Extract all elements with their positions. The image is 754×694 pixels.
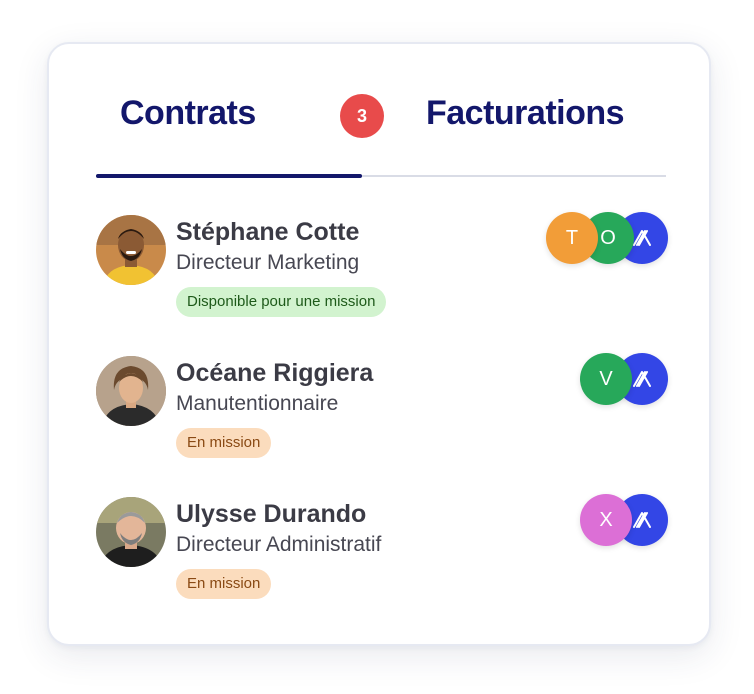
contracts-card: Contrats 3 Facturations Stéphane Cotte D… [47, 42, 711, 646]
assignee-chips: X [580, 494, 668, 550]
avatar [96, 497, 166, 567]
avatar-chip-t[interactable]: T [546, 212, 598, 264]
list-item[interactable]: Océane Riggiera Manutentionnaire En miss… [96, 353, 668, 494]
brand-logo-icon [633, 371, 651, 387]
list-item[interactable]: Stéphane Cotte Directeur Marketing Dispo… [96, 212, 668, 353]
status-badge: En mission [176, 428, 272, 458]
list-item[interactable]: Ulysse Durando Directeur Administratif E… [96, 494, 668, 635]
avatar [96, 215, 166, 285]
assignee-chips: V [580, 353, 668, 409]
person-role: Directeur Marketing [176, 251, 360, 274]
brand-logo-icon [633, 512, 651, 528]
person-name: Océane Riggiera [176, 359, 374, 387]
person-role: Directeur Administratif [176, 533, 382, 556]
contrats-count-badge: 3 [340, 94, 384, 138]
tab-contrats[interactable]: Contrats [120, 94, 256, 133]
person-name: Ulysse Durando [176, 500, 367, 528]
avatar-chip-v[interactable]: V [580, 353, 632, 405]
status-badge: En mission [176, 569, 272, 599]
status-badge: Disponible pour une mission [176, 287, 387, 317]
people-list: Stéphane Cotte Directeur Marketing Dispo… [96, 212, 668, 635]
tab-bar: Contrats 3 Facturations [96, 44, 666, 178]
avatar-chip-x[interactable]: X [580, 494, 632, 546]
person-name: Stéphane Cotte [176, 218, 360, 246]
tab-facturations[interactable]: Facturations [426, 94, 625, 133]
avatar [96, 356, 166, 426]
active-tab-indicator [96, 174, 362, 178]
assignee-chips: O T [546, 212, 668, 268]
person-role: Manutentionnaire [176, 392, 339, 415]
